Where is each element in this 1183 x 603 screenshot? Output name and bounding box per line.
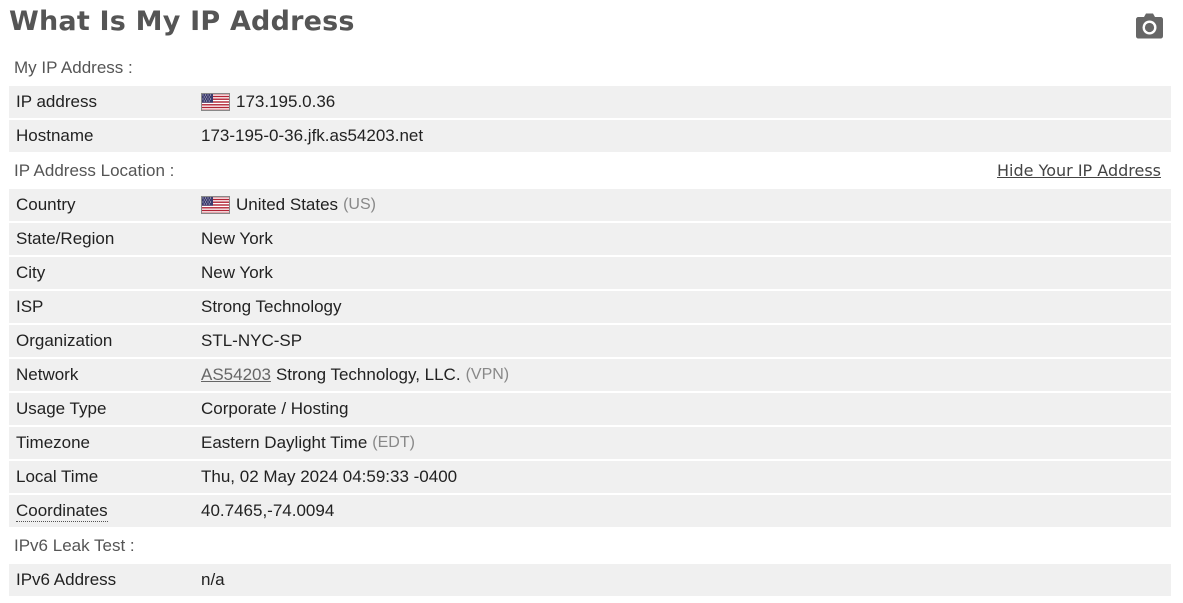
usage-type-value: Corporate / Hosting [201,399,349,418]
isp-row: ISP Strong Technology [9,291,1171,325]
organization-row: Organization STL-NYC-SP [9,325,1171,359]
usage-type-label: Usage Type [16,399,107,418]
city-row: City New York [9,257,1171,291]
asn-link[interactable]: AS54203 [201,359,271,391]
city-label: City [16,263,46,282]
ip-info-table: My IP Address : IP address 173.195.0.36 … [9,51,1171,598]
timezone-value-cell: Eastern Daylight Time (EDT) [201,427,1171,459]
ip-address-label: IP address [16,92,97,111]
hide-your-ip-link[interactable]: Hide Your IP Address [997,154,1161,187]
hostname-value-cell: 173-195-0-36.jfk.as54203.net [201,120,1171,152]
timezone-row: Timezone Eastern Daylight Time (EDT) [9,427,1171,461]
ip-lookup-page: What Is My IP Address My IP Address : IP… [0,0,1183,603]
local-time-label: Local Time [16,467,99,486]
ipv6-heading-text: IPv6 Leak Test : [14,536,135,555]
local-time-value: Thu, 02 May 2024 04:59:33 -0400 [201,467,458,486]
state-region-value: New York [201,229,273,248]
state-region-value-cell: New York [201,223,1171,255]
location-section-heading: IP Address Location : Hide Your IP Addre… [9,154,1171,189]
country-value-cell: United States (US) [201,189,1171,221]
ip-address-row: IP address 173.195.0.36 [9,86,1171,120]
isp-value-cell: Strong Technology [201,291,1171,323]
coordinates-label-cell[interactable]: Coordinates [9,495,201,527]
ip-address-value-cell: 173.195.0.36 [201,86,1171,118]
location-heading-text: IP Address Location : [14,161,175,180]
network-value: Strong Technology, LLC. [275,365,461,384]
page-title: What Is My IP Address [9,6,355,37]
organization-value: STL-NYC-SP [201,331,303,350]
local-time-row: Local Time Thu, 02 May 2024 04:59:33 -04… [9,461,1171,495]
isp-label: ISP [16,297,44,316]
state-region-row: State/Region New York [9,223,1171,257]
ipv6-section-heading: IPv6 Leak Test : [9,529,1171,564]
state-region-label: State/Region [16,229,115,248]
coordinates-row: Coordinates 40.7465,-74.0094 [9,495,1171,529]
my-ip-heading-text: My IP Address : [14,58,133,77]
coordinates-value-cell: 40.7465,-74.0094 [201,495,1171,527]
timezone-value: Eastern Daylight Time [201,433,368,452]
network-value-cell: AS54203 Strong Technology, LLC. (VPN) [201,359,1171,391]
hostname-value: 173-195-0-36.jfk.as54203.net [201,126,424,145]
country-code: (US) [343,196,376,213]
usage-type-row: Usage Type Corporate / Hosting [9,393,1171,427]
organization-label: Organization [16,331,113,350]
coordinates-label[interactable]: Coordinates [16,501,108,522]
city-value-cell: New York [201,257,1171,289]
us-flag-icon [201,93,230,111]
ipv6-address-row: IPv6 Address n/a [9,564,1171,598]
hostname-label: Hostname [16,126,94,145]
camera-icon[interactable] [1135,12,1164,40]
city-value: New York [201,263,273,282]
ipv6-address-value-cell: n/a [201,564,1171,596]
organization-value-cell: STL-NYC-SP [201,325,1171,357]
country-label: Country [16,195,76,214]
ip-address-value: 173.195.0.36 [236,92,336,111]
timezone-label: Timezone [16,433,91,452]
country-row: Country United States (US) [9,189,1171,223]
ipv6-address-value: n/a [201,570,225,589]
isp-value: Strong Technology [201,297,342,316]
coordinates-value: 40.7465,-74.0094 [201,501,335,520]
us-flag-icon [201,196,230,214]
timezone-abbreviation: (EDT) [372,434,415,451]
hostname-row: Hostname 173-195-0-36.jfk.as54203.net [9,120,1171,154]
network-row: Network AS54203 Strong Technology, LLC. … [9,359,1171,393]
usage-type-value-cell: Corporate / Hosting [201,393,1171,425]
country-value: United States [236,195,339,214]
local-time-value-cell: Thu, 02 May 2024 04:59:33 -0400 [201,461,1171,493]
network-type: (VPN) [465,366,510,383]
my-ip-section-heading: My IP Address : [9,51,1171,86]
network-label: Network [16,365,79,384]
ipv6-address-label: IPv6 Address [16,570,117,589]
